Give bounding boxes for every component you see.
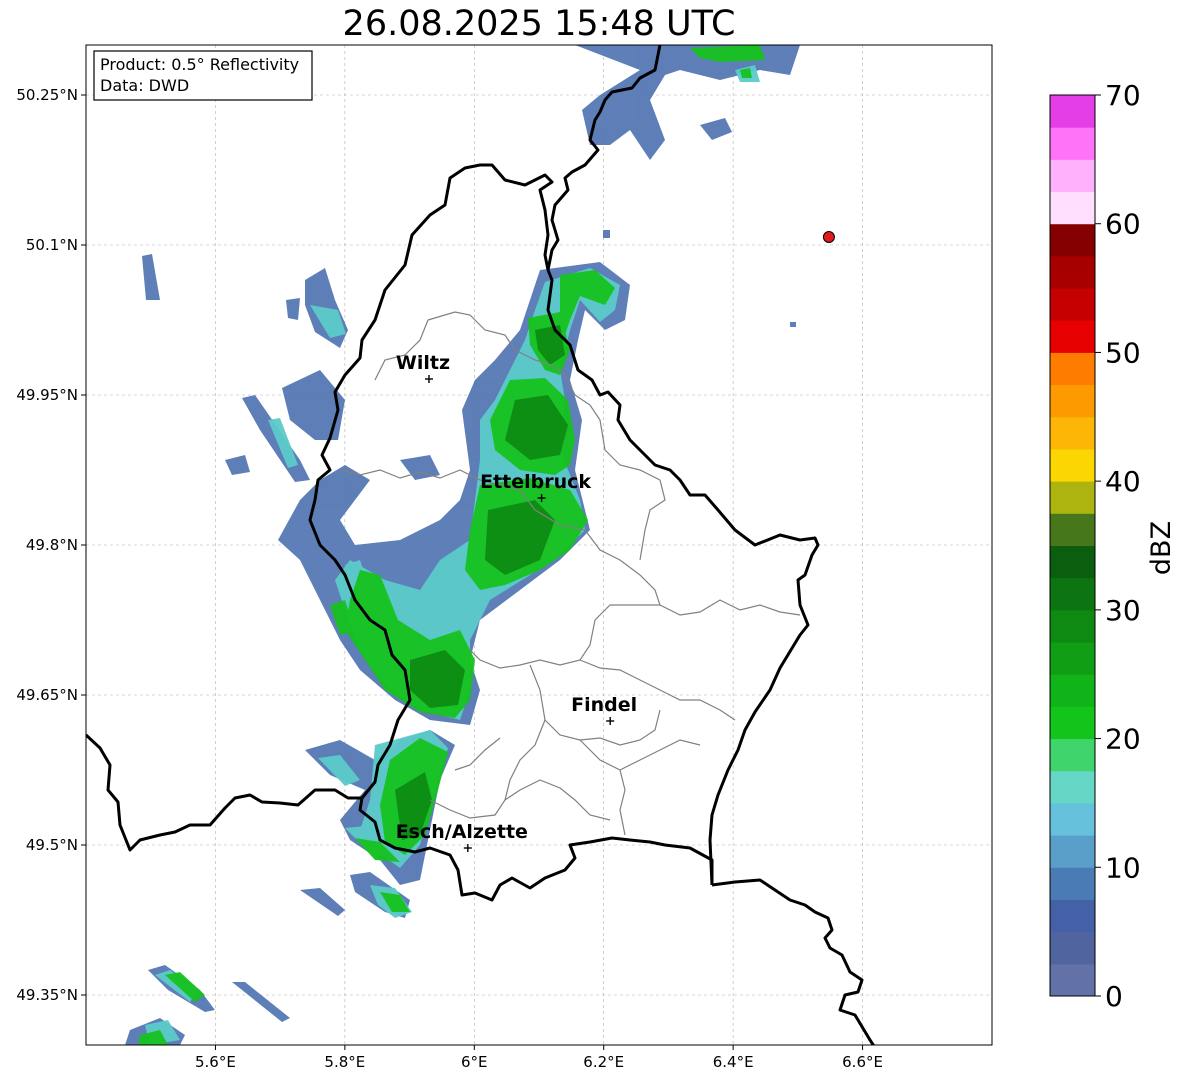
city-label: Esch/Alzette <box>396 821 528 843</box>
data-source-label: Data: DWD <box>100 76 189 95</box>
x-tick-label: 6.4°E <box>713 1053 754 1071</box>
product-info-box: Product: 0.5° Reflectivity Data: DWD <box>93 50 313 101</box>
city-label: Ettelbruck <box>480 471 591 493</box>
y-tick-label: 49.65°N <box>16 686 78 704</box>
x-tick-label: 5.8°E <box>324 1053 365 1071</box>
city-label: Findel <box>571 694 637 716</box>
radar-map: 5.6°E 5.8°E 6°E 6.2°E 6.4°E 6.6°E 50.25°N 50.1°… <box>16 44 993 1071</box>
y-tick-label: 49.95°N <box>16 386 78 404</box>
radar-site-marker <box>822 231 835 243</box>
y-tick-label: 49.5°N <box>26 836 78 854</box>
x-tick-label: 6.2°E <box>583 1053 624 1071</box>
radar-site <box>822 231 835 243</box>
x-tick-label: 5.6°E <box>195 1053 236 1071</box>
city-label: Wiltz <box>396 352 450 374</box>
y-tick-label: 49.8°N <box>26 536 78 554</box>
x-tick-label: 6°E <box>461 1053 488 1071</box>
x-tick-label: 6.6°E <box>842 1053 883 1071</box>
y-tick-label: 49.35°N <box>16 986 78 1004</box>
product-label: Product: 0.5° Reflectivity <box>100 55 299 74</box>
y-tick-label: 50.25°N <box>16 86 78 104</box>
radar-echoes <box>125 45 800 1045</box>
y-tick-label: 50.1°N <box>26 236 78 254</box>
